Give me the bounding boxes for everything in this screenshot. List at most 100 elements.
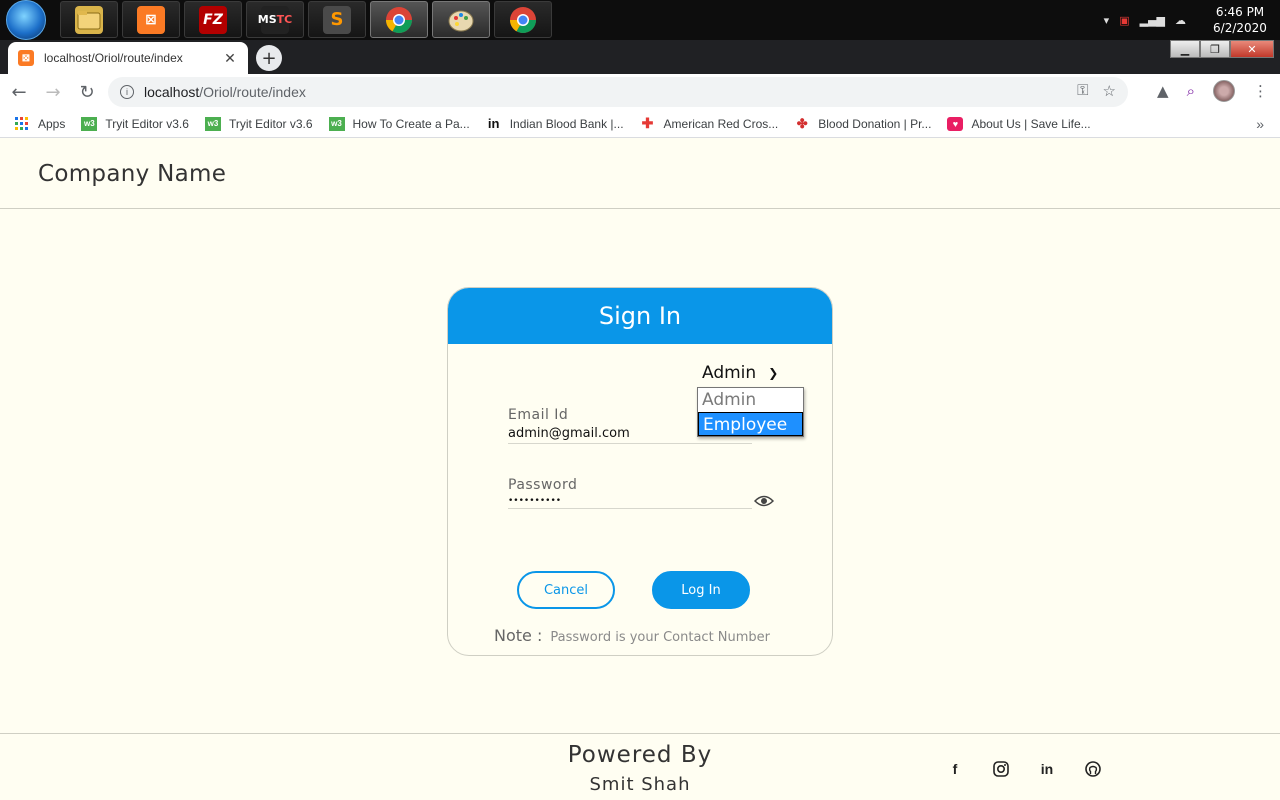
page-footer: Powered By Smit Shah f in <box>0 733 1280 800</box>
back-arrow-icon[interactable]: ← <box>4 77 34 107</box>
heart-icon: ♥ <box>947 116 964 131</box>
social-links: f in <box>944 758 1104 780</box>
bookmark-label: Tryit Editor v3.6 <box>105 116 189 131</box>
login-button[interactable]: Log In <box>652 571 750 609</box>
bookmark-label: About Us | Save Life... <box>971 116 1091 131</box>
folder-icon <box>75 5 103 34</box>
xampp-favicon-icon: ⊠ <box>18 50 34 66</box>
reload-icon[interactable]: ↻ <box>72 77 102 107</box>
signal-icon[interactable]: ▂▄▆ <box>1140 14 1165 27</box>
w3-icon: w3 <box>328 116 345 131</box>
url-host: localhost <box>144 84 200 100</box>
instagram-icon[interactable] <box>990 758 1012 780</box>
taskbar-file-explorer[interactable] <box>60 1 118 38</box>
chevron-down-icon: ❯ <box>768 366 779 380</box>
note-label: Note : <box>494 626 543 645</box>
taskbar-filezilla[interactable]: FZ <box>184 1 242 38</box>
blood-drop-icon: ✤ <box>796 115 808 131</box>
taskbar-paint[interactable] <box>432 1 490 38</box>
github-icon[interactable] <box>1082 758 1104 780</box>
taskbar-ms-office[interactable]: MS TC <box>246 1 304 38</box>
card-title: Sign In <box>448 288 832 344</box>
menu-dots-icon[interactable]: ⋮ <box>1253 82 1268 100</box>
url-path: /Oriol/route/index <box>199 84 306 100</box>
taskbar-xampp[interactable]: ⊠ <box>122 1 180 38</box>
key-icon[interactable]: ⚿ <box>1077 82 1088 100</box>
bookmark-label: Apps <box>38 116 66 131</box>
taskbar-chrome-2[interactable] <box>494 1 552 38</box>
clock-time: 6:46 PM <box>1215 5 1265 19</box>
paint-palette-icon <box>448 10 474 31</box>
note-text: Password is your Contact Number <box>550 630 771 645</box>
page-content: Company Name Sign In Admin ❯ Admin Emplo… <box>0 139 1280 800</box>
eye-icon[interactable] <box>754 494 774 508</box>
star-icon[interactable]: ☆ <box>1103 82 1116 100</box>
filezilla-icon: FZ <box>199 5 227 34</box>
role-option-admin[interactable]: Admin <box>698 388 803 412</box>
tab-title: localhost/Oriol/route/index <box>44 51 183 65</box>
forward-arrow-icon[interactable]: → <box>38 77 68 107</box>
browser-tabstrip: ⊠ localhost/Oriol/route/index ✕ + ▁ ❐ ✕ <box>0 40 1280 74</box>
clock[interactable]: 6:46 PM 6/2/2020 <box>1200 4 1280 36</box>
password-note: Note : Password is your Contact Number <box>494 626 770 645</box>
bookmark-apps[interactable]: Apps <box>14 116 66 131</box>
email-field[interactable]: admin@gmail.com <box>508 426 752 444</box>
role-select[interactable]: Admin ❯ <box>702 363 778 383</box>
start-button[interactable] <box>6 0 46 40</box>
taskbar-sublime[interactable]: S <box>308 1 366 38</box>
bookmark-label: Indian Blood Bank |... <box>509 116 624 131</box>
bookmark-tryit-2[interactable]: w3 Tryit Editor v3.6 <box>204 116 313 131</box>
tray-expand-icon[interactable]: ▾ <box>1104 14 1110 27</box>
bookmark-label: How To Create a Pa... <box>352 116 470 131</box>
tray-security-icon[interactable]: ▣ <box>1119 14 1129 27</box>
cancel-button[interactable]: Cancel <box>517 571 615 609</box>
role-selected-value: Admin <box>702 363 757 383</box>
email-label: Email Id <box>508 407 569 423</box>
in-icon: in <box>487 116 500 131</box>
drive-extension-icon[interactable]: ▲ <box>1157 82 1169 100</box>
chrome-icon <box>385 6 413 33</box>
new-tab-button[interactable]: + <box>256 45 282 71</box>
system-tray: ▾ ▣ ▂▄▆ ☁ 6:46 PM 6/2/2020 <box>1104 0 1280 40</box>
bookmark-label: American Red Cros... <box>663 116 779 131</box>
red-cross-icon: ✚ <box>641 115 654 131</box>
bookmark-how-to[interactable]: w3 How To Create a Pa... <box>328 116 470 131</box>
bookmark-blood-donation[interactable]: ✤ Blood Donation | Pr... <box>794 115 932 131</box>
xampp-icon: ⊠ <box>137 5 165 34</box>
clock-date: 6/2/2020 <box>1213 21 1267 35</box>
profile-avatar[interactable] <box>1213 80 1235 102</box>
bookmark-label: Tryit Editor v3.6 <box>228 116 313 131</box>
linkedin-icon[interactable]: in <box>1036 758 1058 780</box>
bookmark-red-cross[interactable]: ✚ American Red Cros... <box>640 115 779 131</box>
w3-icon: w3 <box>81 116 98 131</box>
ms-office-icon: MS TC <box>258 5 292 34</box>
taskbar-chrome[interactable] <box>370 1 428 38</box>
facebook-icon[interactable]: f <box>944 758 966 780</box>
bookmark-indian-blood-bank[interactable]: in Indian Blood Bank |... <box>486 116 624 131</box>
search-extension-icon[interactable]: ⌕ <box>1187 82 1195 100</box>
chevron-right-icon[interactable]: » <box>1256 116 1264 132</box>
bookmark-label: Blood Donation | Pr... <box>818 116 932 131</box>
page-header: Company Name <box>0 139 1280 209</box>
browser-toolbar: ← → ↻ i localhost/Oriol/route/index ⚿ ☆ … <box>0 74 1280 110</box>
window-close-button[interactable]: ✕ <box>1230 40 1274 58</box>
window-controls: ▁ ❐ ✕ <box>1170 40 1274 58</box>
minimize-button[interactable]: ▁ <box>1170 40 1200 58</box>
restore-button[interactable]: ❐ <box>1200 40 1230 58</box>
sign-in-card: Sign In Admin ❯ Admin Employee Email Id … <box>447 287 833 656</box>
w3-icon: w3 <box>204 116 221 131</box>
windows-taskbar: ⊠ FZ MS TC S ▾ ▣ ▂▄▆ ☁ 6:46 PM 6/2/2020 <box>0 0 1280 40</box>
password-field[interactable]: •••••••••• <box>508 496 752 509</box>
bookmark-save-life[interactable]: ♥ About Us | Save Life... <box>947 116 1091 131</box>
address-bar[interactable]: i localhost/Oriol/route/index ⚿ ☆ <box>108 77 1128 107</box>
browser-tab[interactable]: ⊠ localhost/Oriol/route/index ✕ <box>8 42 248 74</box>
bookmarks-bar: Apps w3 Tryit Editor v3.6 w3 Tryit Edito… <box>0 110 1280 138</box>
apps-grid-icon <box>14 116 30 131</box>
cloud-icon[interactable]: ☁ <box>1175 14 1186 27</box>
password-label: Password <box>508 477 578 493</box>
bookmark-tryit-1[interactable]: w3 Tryit Editor v3.6 <box>81 116 189 131</box>
sublime-text-icon: S <box>323 5 351 34</box>
info-icon[interactable]: i <box>120 85 134 99</box>
company-name[interactable]: Company Name <box>38 161 226 187</box>
close-icon[interactable]: ✕ <box>222 50 238 67</box>
